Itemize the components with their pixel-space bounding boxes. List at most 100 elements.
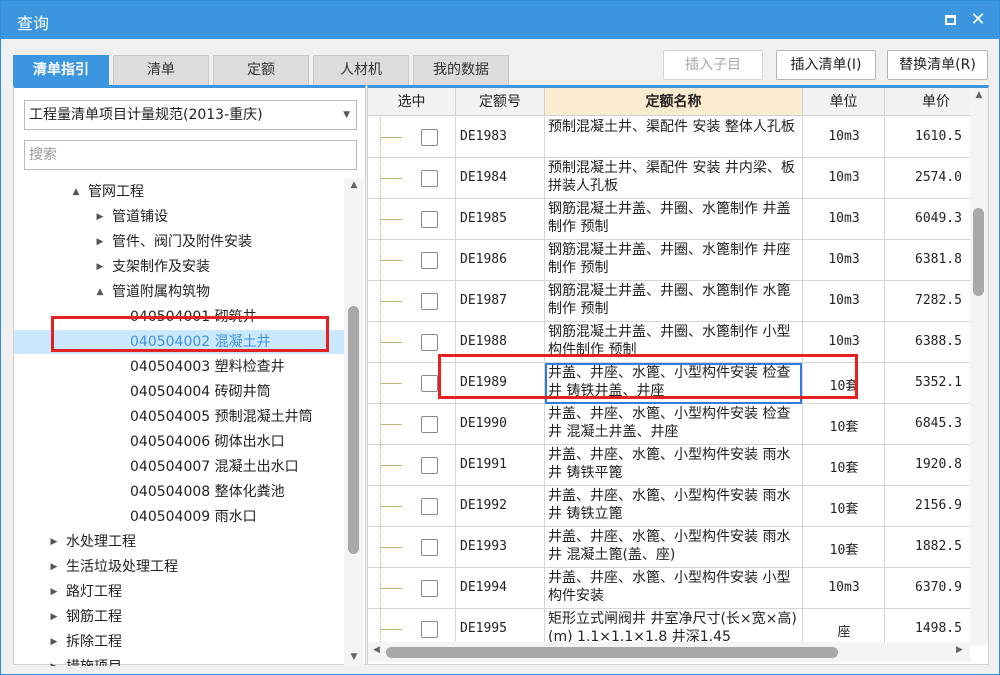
unit-cell: 10套 (803, 486, 885, 527)
quota-unit: 10套 (829, 379, 859, 394)
collapse-icon[interactable]: ▲ (70, 180, 82, 204)
col-header-name[interactable]: 定额名称 (545, 88, 803, 116)
table-row[interactable]: DE1988 钢筋混凝土井盖、井圈、水篦制作 小型构件制作 预制 10m3 6388.… (368, 322, 970, 363)
row-checkbox[interactable] (421, 621, 438, 638)
row-checkbox[interactable] (421, 580, 438, 597)
row-checkbox[interactable] (421, 170, 438, 187)
price-cell: 1610.5 (885, 117, 970, 158)
table-row[interactable]: DE1995 矩形立式闸阀井 井室净尺寸(长×宽×高)(m) 1.1×1.1×1.… (368, 609, 970, 646)
unit-cell: 10套 (803, 445, 885, 486)
table-row[interactable]: DE1987 钢筋混凝土井盖、井圈、水篦制作 水篦制作 预制 10m3 7282.5 (368, 281, 970, 322)
table-row[interactable]: DE1994 井盖、井座、水篦、小型构件安装 小型构件安装 10m3 6370.9 (368, 568, 970, 609)
table-row[interactable]: DE1989 井盖、井座、水篦、小型构件安装 检查井 铸铁井盖、井座 10套 5352… (368, 363, 970, 404)
row-checkbox[interactable] (421, 539, 438, 556)
expand-icon[interactable]: ▶ (48, 655, 60, 666)
row-checkbox[interactable] (421, 293, 438, 310)
name-cell: 井盖、井座、水篦、小型构件安装 检查井 铸铁井盖、井座 (545, 363, 803, 404)
scroll-down-icon[interactable]: ▼ (344, 652, 364, 662)
price-cell: 6388.5 (885, 322, 970, 363)
tab-my-data[interactable]: 我的数据 (413, 55, 509, 85)
table-row[interactable]: DE1983 预制混凝土井、渠配件 安装 整体人孔板 10m3 1610.5 (368, 117, 970, 158)
table-row[interactable]: DE1984 预制混凝土井、渠配件 安装 井内梁、板拼装人孔板 10m3 2574.0 (368, 158, 970, 199)
tree-branch-line (380, 629, 402, 630)
tree-scrollbar[interactable]: ▲ ▼ (344, 178, 364, 666)
maximize-icon[interactable] (939, 9, 961, 31)
quota-code: DE1990 (460, 416, 507, 431)
query-dialog: 查询 ✕ 清单指引 清单 定额 人材机 我的数据 插入子目 插入清单(I) 替换… (0, 0, 1000, 675)
insert-child-button[interactable]: 插入子目 (663, 50, 763, 80)
tree-node-label: 管道附属构筑物 (112, 284, 210, 300)
expand-icon[interactable]: ▶ (48, 580, 60, 604)
window-title: 查询 (17, 14, 50, 33)
spec-select[interactable]: 工程量清单项目计量规范(2013-重庆) ▼ (24, 100, 357, 130)
quota-price: 6049.3 (915, 211, 962, 226)
insert-list-button[interactable]: 插入清单(I) (776, 50, 876, 80)
quota-price: 6845.3 (915, 416, 962, 431)
tree-node-label: 生活垃圾处理工程 (66, 559, 178, 575)
row-checkbox[interactable] (421, 375, 438, 392)
scroll-right-icon[interactable]: ▶ (956, 645, 963, 655)
code-cell: DE1992 (456, 486, 545, 527)
table-row[interactable]: DE1990 井盖、井座、水篦、小型构件安装 检查井 混凝土井盖、井座 10套 684… (368, 404, 970, 445)
table-row[interactable]: DE1993 井盖、井座、水篦、小型构件安装 雨水井 混凝土篦(盖、座) 10套 18… (368, 527, 970, 568)
price-cell: 6370.9 (885, 568, 970, 609)
row-checkbox[interactable] (421, 498, 438, 515)
select-cell (368, 527, 456, 568)
col-header-code[interactable]: 定额号 (456, 88, 545, 116)
col-header-select[interactable]: 选中 (368, 88, 456, 116)
search-input[interactable]: 搜索 (24, 140, 357, 170)
price-cell: 1498.5 (885, 609, 970, 646)
expand-icon[interactable]: ▶ (48, 605, 60, 629)
scroll-up-icon[interactable]: ▲ (344, 180, 364, 190)
expand-icon[interactable]: ▶ (94, 205, 106, 229)
collapse-icon[interactable]: ▲ (94, 280, 106, 304)
grid-vertical-scrollbar[interactable]: ▲ (970, 88, 988, 646)
code-cell: DE1990 (456, 404, 545, 445)
expand-icon[interactable]: ▶ (48, 555, 60, 579)
quota-unit: 10m3 (828, 334, 860, 349)
price-cell: 6381.8 (885, 240, 970, 281)
tab-list-guide[interactable]: 清单指引 (13, 55, 109, 85)
row-checkbox[interactable] (421, 416, 438, 433)
expand-icon[interactable]: ▶ (48, 630, 60, 654)
row-checkbox[interactable] (421, 252, 438, 269)
row-checkbox[interactable] (421, 211, 438, 228)
table-row[interactable]: DE1986 钢筋混凝土井盖、井圈、水篦制作 井座制作 预制 10m3 6381.8 (368, 240, 970, 281)
row-checkbox[interactable] (421, 457, 438, 474)
table-row[interactable]: DE1991 井盖、井座、水篦、小型构件安装 雨水井 铸铁平篦 10套 1920.8 (368, 445, 970, 486)
replace-list-button[interactable]: 替换清单(R) (887, 50, 988, 80)
table-row[interactable]: DE1992 井盖、井座、水篦、小型构件安装 雨水井 铸铁立篦 10套 2156.9 (368, 486, 970, 527)
expand-icon[interactable]: ▶ (94, 230, 106, 254)
quota-unit: 10套 (829, 420, 859, 435)
col-header-unit[interactable]: 单位 (803, 88, 885, 116)
scroll-left-icon[interactable]: ◀ (373, 645, 380, 655)
quota-unit: 10套 (829, 502, 859, 517)
tab-quota[interactable]: 定额 (213, 55, 309, 85)
scroll-up-icon[interactable]: ▲ (970, 90, 988, 100)
price-cell: 6049.3 (885, 199, 970, 240)
row-checkbox[interactable] (421, 129, 438, 146)
select-cell (368, 568, 456, 609)
tree-branch-line (380, 383, 402, 384)
tab-list[interactable]: 清单 (113, 55, 209, 85)
quota-unit: 10m3 (828, 252, 860, 267)
close-icon[interactable]: ✕ (967, 9, 989, 31)
tree-node-label: 路灯工程 (66, 584, 122, 600)
table-row[interactable]: DE1985 钢筋混凝土井盖、井圈、水篦制作 井盖制作 预制 10m3 6049.3 (368, 199, 970, 240)
quota-price: 6381.8 (915, 252, 962, 267)
select-cell (368, 486, 456, 527)
quota-name: 井盖、井座、水篦、小型构件安装 雨水井 混凝土篦(盖、座) (548, 529, 791, 563)
col-header-price[interactable]: 单价 (885, 88, 970, 116)
grid-vscroll-thumb[interactable] (973, 208, 984, 296)
tab-labor-material-machine[interactable]: 人材机 (313, 55, 409, 85)
expand-icon[interactable]: ▶ (94, 255, 106, 279)
grid-horizontal-scrollbar[interactable]: ◀ ▶ (368, 642, 970, 662)
tree-scroll-thumb[interactable] (348, 306, 359, 554)
expand-icon[interactable]: ▶ (48, 530, 60, 554)
grid-hscroll-thumb[interactable] (386, 647, 838, 658)
tree-branch-line (380, 219, 402, 220)
quota-name: 井盖、井座、水篦、小型构件安装 小型构件安装 (548, 570, 791, 604)
code-cell: DE1989 (456, 363, 545, 404)
tree-node-label: 040504001 砌筑井 (130, 309, 257, 325)
row-checkbox[interactable] (421, 334, 438, 351)
